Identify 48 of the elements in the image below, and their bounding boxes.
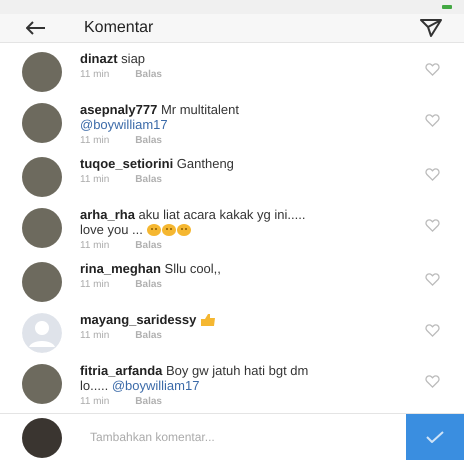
comment-time: 11 min [80, 330, 110, 341]
comment-time: 11 min [80, 135, 110, 146]
post-button[interactable] [406, 414, 464, 460]
reply-link[interactable]: Balas [135, 135, 162, 146]
smiley-emoji-icon [176, 224, 190, 236]
back-arrow-icon[interactable] [26, 20, 46, 35]
reply-link[interactable]: Balas [135, 279, 162, 290]
comment-time: 11 min [80, 279, 110, 290]
reply-link[interactable]: Balas [135, 330, 162, 341]
screen-title: Komentar [84, 18, 154, 37]
comment-text: fitria_arfanda Boy gw jatuh hati bgt dm lo..... @boywilliam17 [80, 363, 310, 393]
comment-time: 11 min [80, 174, 110, 185]
heart-icon[interactable] [425, 273, 440, 286]
comment-text: mayang_saridessy [80, 312, 325, 327]
check-icon [426, 431, 444, 443]
reply-link[interactable]: Balas [135, 240, 162, 251]
smiley-emoji-icon [146, 224, 160, 236]
avatar-photo-placeholder[interactable] [22, 103, 62, 143]
comment-text: asepnaly777 Mr multitalent @boywilliam17 [80, 102, 240, 132]
battery-icon [442, 4, 452, 9]
heart-icon[interactable] [425, 375, 440, 388]
avatar-photo-placeholder[interactable] [22, 262, 62, 302]
smiley-emoji-icon [162, 224, 176, 236]
comment-text: rina_meghan Sllu cool,, [80, 261, 222, 276]
comment-text: arha_rha aku liat acara kakak yg ini..... love you ... [80, 207, 306, 237]
heart-icon[interactable] [425, 168, 440, 181]
default-avatar-icon[interactable] [22, 313, 62, 353]
mention-link[interactable]: @boywilliam17 [80, 117, 168, 132]
reply-link[interactable]: Balas [135, 396, 162, 407]
mention-link[interactable]: @boywilliam17 [112, 378, 200, 393]
comment-time: 11 min [80, 240, 110, 251]
reply-link[interactable]: Balas [135, 69, 162, 80]
send-icon[interactable] [420, 18, 442, 38]
comment-time: 11 min [80, 69, 110, 80]
heart-icon[interactable] [425, 219, 440, 232]
thumbs-up-emoji-icon [200, 314, 216, 326]
avatar-photo-placeholder[interactable] [22, 208, 62, 248]
avatar-photo-placeholder[interactable] [22, 364, 62, 404]
avatar-photo-placeholder[interactable] [22, 157, 62, 197]
heart-icon[interactable] [425, 324, 440, 337]
avatar-photo-placeholder[interactable] [22, 52, 62, 92]
comment-text: tuqoe_setiorini Gantheng [80, 156, 235, 171]
reply-link[interactable]: Balas [135, 174, 162, 185]
comment-time: 11 min [80, 396, 110, 407]
heart-icon[interactable] [425, 63, 440, 76]
comment-text: dinazt siap [80, 51, 146, 66]
heart-icon[interactable] [425, 114, 440, 127]
avatar-photo-placeholder [22, 418, 62, 458]
